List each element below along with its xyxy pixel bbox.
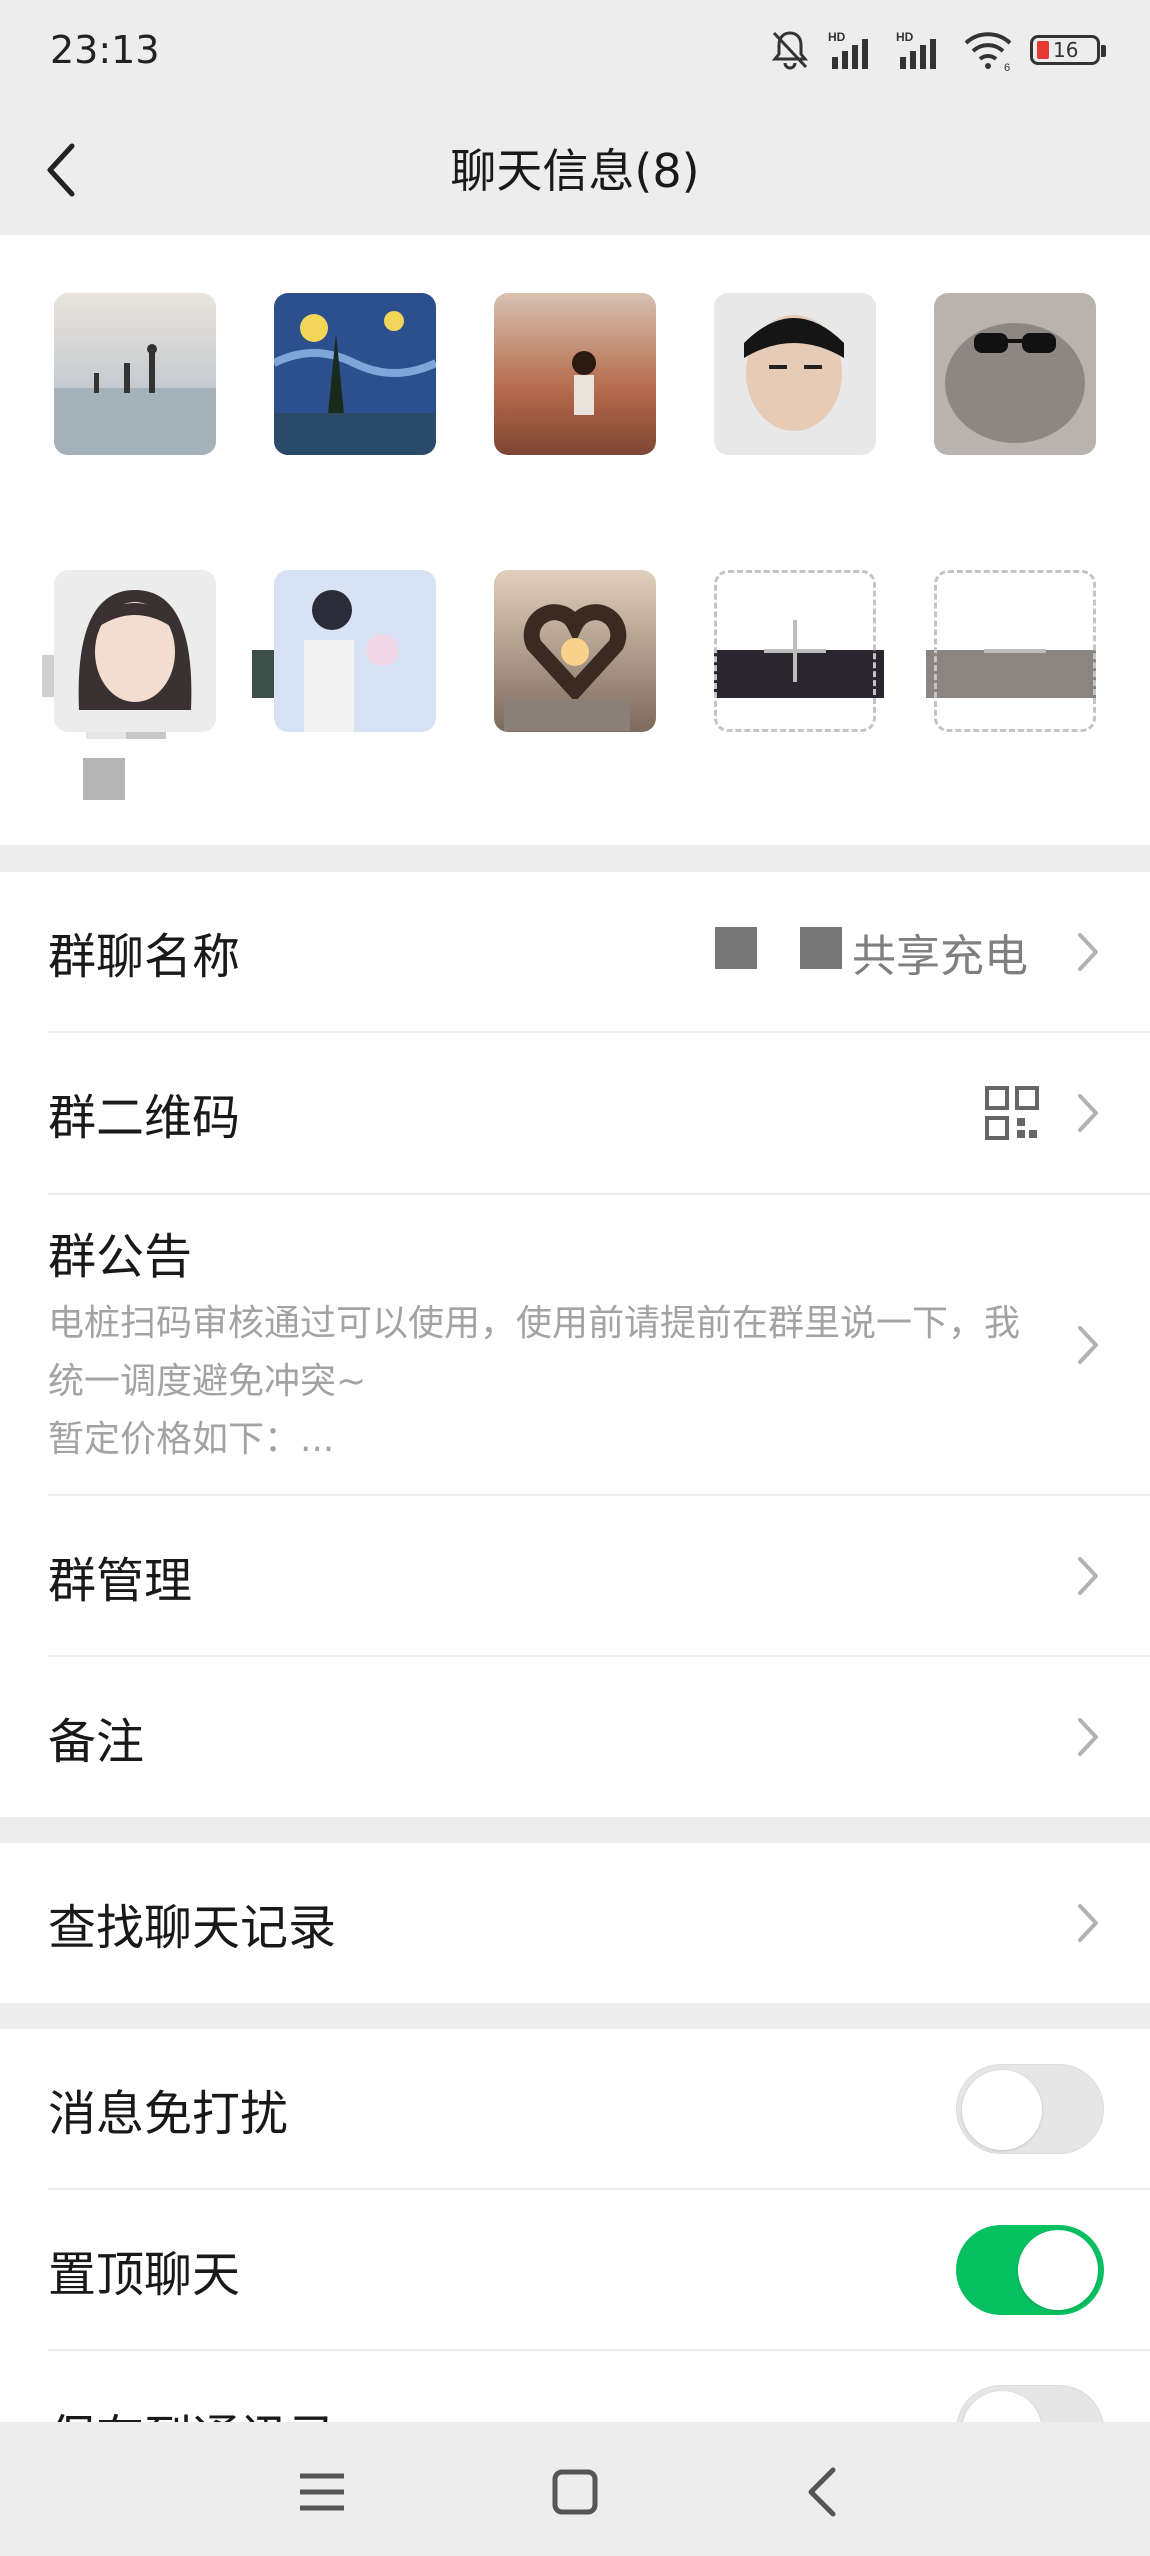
chevron-right-icon — [1078, 1094, 1098, 1132]
battery-icon: 16 — [1030, 35, 1106, 65]
home-icon[interactable] — [545, 2462, 605, 2522]
svg-text:HD: HD — [896, 30, 914, 44]
starry-night-icon — [274, 311, 436, 455]
announcement-label: 群公告 — [48, 1229, 193, 1285]
menu-icon[interactable] — [292, 2462, 352, 2522]
mute-bell-icon — [770, 29, 810, 71]
redacted-block — [715, 927, 757, 969]
mute-label: 消息免打扰 — [48, 2086, 289, 2142]
member-avatar[interactable] — [54, 570, 216, 732]
cat-sunglasses-icon — [945, 323, 1085, 443]
cellular-signal-icon-2: HD — [894, 29, 946, 71]
chevron-right-icon — [1078, 1718, 1098, 1756]
illustrated-couple-icon — [304, 590, 398, 732]
group-name-label: 群聊名称 — [48, 929, 241, 985]
save-contacts-label: 保存到通讯录 — [48, 2398, 336, 2422]
group-name-value: 共享充电 — [852, 931, 1028, 982]
group-management-label: 群管理 — [48, 1553, 193, 1609]
wifi-icon: 6 — [962, 29, 1014, 71]
svg-text:6: 6 — [1004, 62, 1010, 71]
plus-icon — [764, 620, 826, 682]
member-avatar[interactable] — [494, 293, 656, 455]
back-arrow-icon[interactable] — [38, 140, 88, 200]
nav-bar: 聊天信息(8) — [0, 100, 1150, 235]
mute-row: 消息免打扰 — [0, 2029, 1150, 2189]
battery-level — [1037, 41, 1049, 59]
redacted-block — [800, 927, 842, 969]
pin-toggle[interactable] — [956, 2225, 1104, 2315]
beach-people-icon — [54, 344, 216, 455]
member-grid — [0, 235, 1150, 845]
member-avatar[interactable] — [714, 293, 876, 455]
save-contacts-toggle[interactable] — [956, 2385, 1104, 2422]
member-name-redacted — [83, 758, 125, 800]
group-qr-label: 群二维码 — [48, 1090, 241, 1146]
svg-text:HD: HD — [828, 30, 846, 44]
member-avatar[interactable] — [934, 293, 1096, 455]
page-title: 聊天信息(8) — [450, 143, 700, 198]
member-avatar[interactable] — [274, 570, 436, 732]
search-history-label: 查找聊天记录 — [48, 1900, 337, 1956]
status-time: 23:13 — [50, 28, 160, 72]
save-contacts-row: 保存到通讯录 — [0, 2351, 1150, 2422]
battery-percent: 16 — [1053, 38, 1079, 62]
remark-label: 备注 — [48, 1714, 145, 1770]
qr-code-icon — [985, 1086, 1039, 1140]
chevron-right-icon — [1078, 933, 1098, 971]
member-name-redacted — [504, 699, 630, 731]
cellular-signal-icon: HD — [826, 29, 878, 71]
pin-label: 置顶聊天 — [48, 2247, 241, 2303]
search-history-row[interactable]: 查找聊天记录 — [0, 1843, 1150, 2003]
back-icon[interactable] — [795, 2462, 855, 2522]
pin-row: 置顶聊天 — [0, 2190, 1150, 2350]
chevron-right-icon — [1078, 1326, 1098, 1364]
member-avatar[interactable] — [54, 293, 216, 455]
minus-icon — [984, 649, 1046, 653]
remark-row[interactable]: 备注 — [0, 1657, 1150, 1817]
status-bar: 23:13 HD HD 6 16 — [0, 0, 1150, 100]
chevron-right-icon — [1078, 1904, 1098, 1942]
member-avatar[interactable] — [274, 293, 436, 455]
add-member-button[interactable] — [714, 570, 876, 732]
system-nav-bar — [0, 2422, 1150, 2556]
portrait-canyon-icon — [572, 351, 596, 415]
mute-toggle[interactable] — [956, 2064, 1104, 2154]
portrait-man-icon — [744, 315, 844, 431]
announcement-text: 电桩扫码审核通过可以使用，使用前请提前在群里说一下，我统一调度避免冲突~ 暂定价… — [48, 1303, 1021, 1460]
group-management-row[interactable]: 群管理 — [0, 1496, 1150, 1656]
group-qr-row[interactable]: 群二维码 — [0, 1033, 1150, 1193]
group-name-row[interactable]: 群聊名称 共享充电 — [0, 872, 1150, 1032]
illustrated-girl-icon — [78, 590, 192, 710]
chevron-right-icon — [1078, 1557, 1098, 1595]
status-icons: HD HD 6 16 — [770, 29, 1106, 71]
remove-member-button[interactable] — [934, 570, 1096, 732]
